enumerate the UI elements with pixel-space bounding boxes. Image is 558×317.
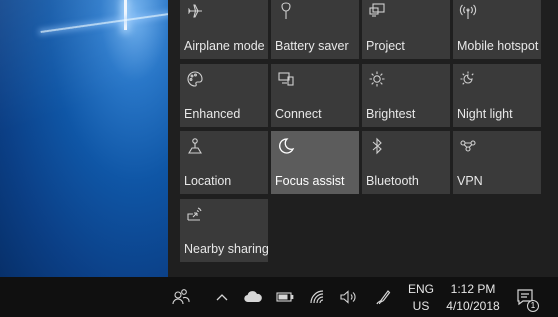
tile-label: Location (184, 174, 232, 188)
tile-label: Airplane mode (184, 39, 265, 53)
tile-label: Enhanced (184, 107, 241, 121)
tile-project[interactable]: Project (362, 0, 450, 59)
location-icon (186, 137, 204, 155)
clock[interactable]: 1:12 PM 4/10/2018 (440, 282, 506, 314)
tile-brightest[interactable]: Brightest (362, 64, 450, 127)
input-language-indicator[interactable]: ENG US (404, 282, 438, 314)
clock-time: 1:12 PM (450, 282, 496, 296)
tile-airplane-mode[interactable]: Airplane mode (180, 0, 268, 59)
tile-label: Mobile hotspot (457, 39, 539, 53)
people-icon[interactable] (171, 287, 191, 307)
tile-label: Nearby sharing (184, 242, 269, 256)
tile-enhanced[interactable]: Enhanced (180, 64, 268, 127)
nearby-sharing-icon (186, 205, 204, 223)
tile-connect[interactable]: Connect (271, 64, 359, 127)
tile-label: Connect (275, 107, 322, 121)
taskbar: ENG US 1:12 PM 4/10/2018 1 (0, 277, 558, 317)
notification-count-badge: 1 (527, 300, 539, 312)
tile-night-light[interactable]: Night light (453, 64, 541, 127)
battery-icon[interactable] (275, 287, 295, 307)
onedrive-cloud-icon[interactable] (243, 287, 263, 307)
battery-saver-icon (277, 2, 295, 20)
chevron-up-icon[interactable] (212, 287, 232, 307)
tile-label: Battery saver (275, 39, 349, 53)
palette-icon (186, 70, 204, 88)
volume-icon[interactable] (338, 287, 358, 307)
tile-label: Focus assist (275, 174, 345, 188)
desktop-wallpaper (0, 0, 168, 277)
tile-label: VPN (457, 174, 483, 188)
tile-battery-saver[interactable]: Battery saver (271, 0, 359, 59)
tile-location[interactable]: Location (180, 131, 268, 194)
moon-icon (277, 137, 295, 155)
tile-label: Brightest (366, 107, 416, 121)
action-center-panel: Airplane mode Battery saver Project Mobi… (168, 0, 558, 277)
brightness-icon (368, 70, 386, 88)
mobile-hotspot-icon (459, 2, 477, 20)
tile-label: Night light (457, 107, 513, 121)
tile-label: Bluetooth (366, 174, 419, 188)
project-icon (368, 2, 386, 20)
clock-date: 4/10/2018 (446, 299, 500, 313)
tile-nearby-sharing[interactable]: Nearby sharing (180, 199, 269, 262)
bluetooth-icon (368, 137, 386, 155)
connect-icon (277, 70, 295, 88)
wifi-icon[interactable] (307, 287, 327, 307)
night-light-icon (459, 70, 477, 88)
vpn-icon (459, 137, 477, 155)
tile-bluetooth[interactable]: Bluetooth (362, 131, 450, 194)
language-region: US (412, 299, 430, 313)
tile-label: Project (366, 39, 405, 53)
tile-focus-assist[interactable]: Focus assist (271, 131, 359, 194)
tile-vpn[interactable]: VPN (453, 131, 541, 194)
airplane-icon (186, 2, 204, 20)
pen-workspace-icon[interactable] (373, 287, 393, 307)
language-code: ENG (407, 282, 434, 296)
tile-mobile-hotspot[interactable]: Mobile hotspot (453, 0, 541, 59)
